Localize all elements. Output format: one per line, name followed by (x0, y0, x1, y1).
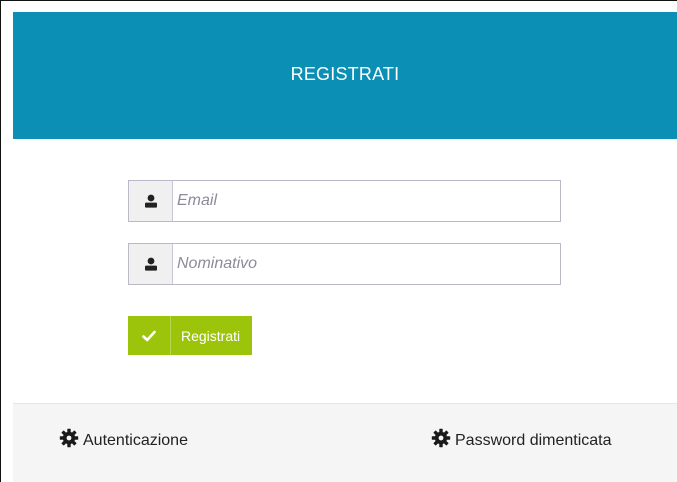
page-title: REGISTRATI (290, 64, 400, 84)
email-input[interactable] (173, 181, 560, 221)
login-link-label: Autenticazione (83, 431, 188, 449)
register-button-label: Registrati (181, 327, 241, 344)
name-field (128, 243, 561, 285)
user-icon (129, 181, 173, 221)
check-icon (128, 316, 171, 355)
login-link[interactable]: Autenticazione (59, 428, 188, 453)
name-input[interactable] (173, 244, 560, 284)
email-field (128, 180, 561, 222)
forgot-password-link-label: Password dimenticata (455, 431, 612, 449)
forgot-password-link[interactable]: Password dimenticata (431, 428, 612, 453)
user-icon (129, 244, 173, 284)
register-button[interactable]: Registrati (128, 316, 253, 355)
frame-gap (1, 1, 13, 139)
gear-icon (431, 428, 455, 453)
gear-icon (59, 428, 83, 453)
page-header: REGISTRATI (13, 12, 677, 139)
footer: Autenticazione Password dimenticata (13, 403, 677, 482)
